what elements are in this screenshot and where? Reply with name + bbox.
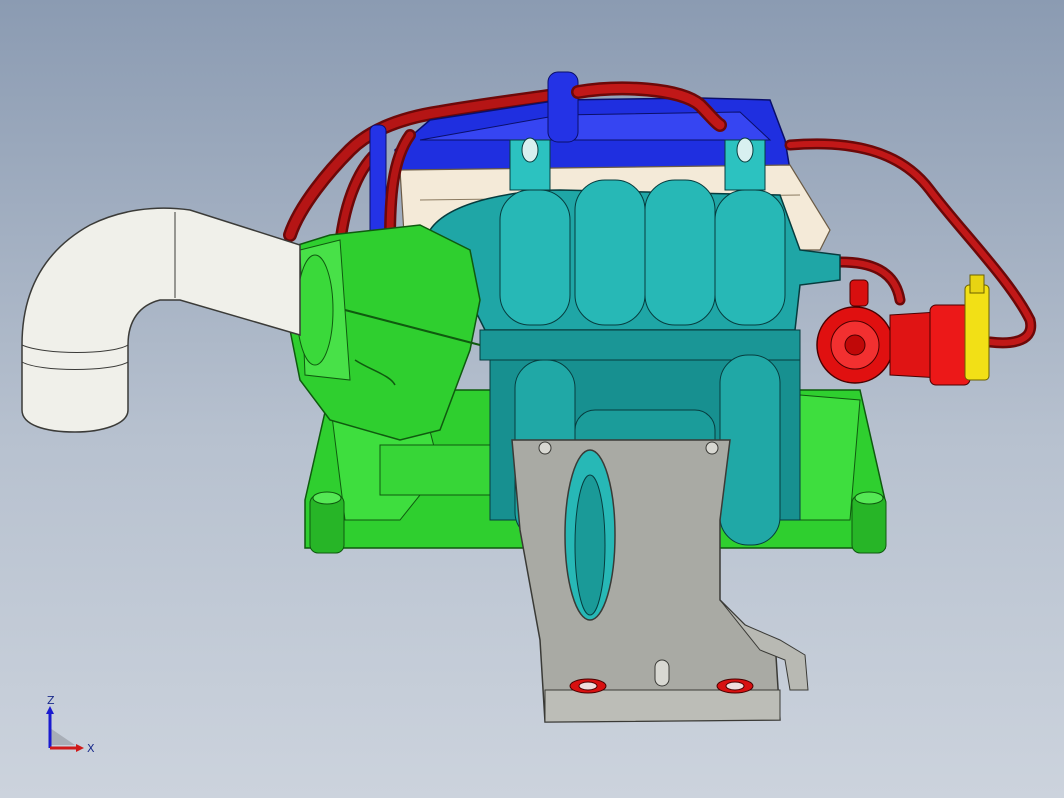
coordinate-triad[interactable]: Z X [30,690,110,770]
engine-assembly-model[interactable] [0,0,1064,798]
x-arrow-icon [76,744,84,752]
electrical-connector[interactable] [964,274,990,381]
z-axis-label: Z [47,694,55,707]
manifold-runners [499,179,786,326]
vacuum-hose-right[interactable] [784,138,1037,349]
triad-plane-icon [50,728,75,745]
cad-3d-viewport[interactable]: Z X [0,0,1064,798]
intake-elbow-pipe[interactable] [21,207,301,433]
z-arrow-icon [46,706,54,714]
x-axis-label: X [87,742,95,755]
